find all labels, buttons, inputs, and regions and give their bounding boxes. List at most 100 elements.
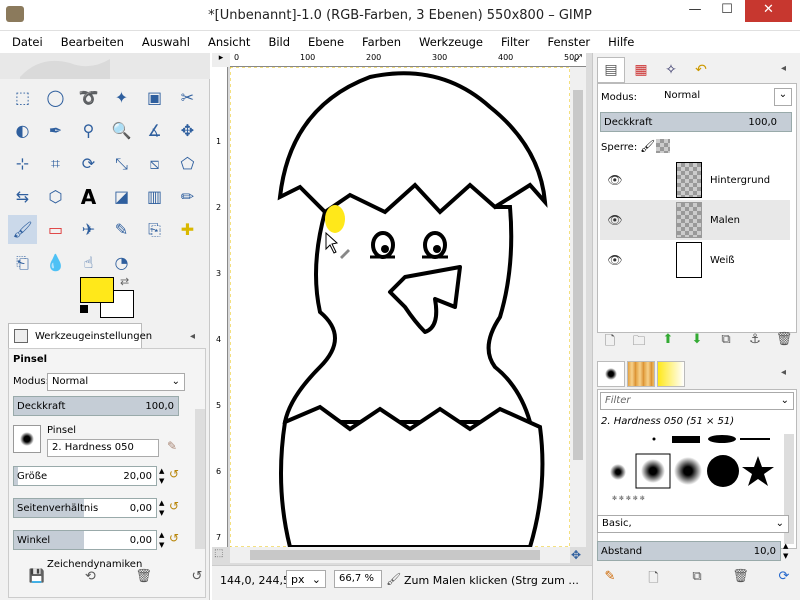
mode-select[interactable]: Normal ⌄ [47,373,185,391]
menu-bearbeiten[interactable]: Bearbeiten [57,35,128,49]
brush-spacing-slider[interactable]: Abstand 10,0 [597,541,781,561]
tab-tool-options[interactable]: Werkzeugeinstellungen [8,323,152,349]
dock-menu-icon[interactable]: ◂ [781,63,786,74]
tab-brushes[interactable] [597,361,625,387]
quickmask-corner-icon[interactable]: ▸ [212,53,230,67]
duplicate-brush-icon[interactable]: ⧉ [684,569,710,589]
foreground-select-tool-icon[interactable]: ◐ [8,116,37,145]
size-spinner[interactable]: ▲ ▼ [159,466,164,486]
layer-row[interactable]: 👁 Weiß [600,240,790,280]
menu-ebene[interactable]: Ebene [304,35,348,49]
menu-datei[interactable]: Datei [8,35,47,49]
menu-auswahl[interactable]: Auswahl [138,35,194,49]
delete-options-icon[interactable]: 🗑 [131,569,157,589]
layer-mode-select[interactable]: Normal [660,88,778,106]
size-slider[interactable]: Größe 20,00 [13,466,157,486]
reset-size-icon[interactable]: ↺ [169,467,179,481]
tab-layers[interactable]: ▤ [597,57,625,83]
tab-channels[interactable]: ▦ [627,57,655,83]
lock-alpha-icon[interactable] [656,139,670,153]
cage-tool-icon[interactable]: ⬡ [41,182,70,211]
save-options-icon[interactable]: 💾 [24,569,50,589]
image-canvas[interactable] [230,67,570,547]
panel-menu-icon[interactable]: ◂ [190,331,195,342]
duplicate-layer-icon[interactable]: ⧉ [713,332,739,352]
brush-preview-button[interactable] [13,425,41,453]
dodge-burn-tool-icon[interactable]: ◔ [107,248,136,277]
color-picker-tool-icon[interactable]: ⚲ [74,116,103,145]
aspect-ratio-slider[interactable]: Seitenverhältnis 0,00 [13,498,157,518]
rotate-tool-icon[interactable]: ⟳ [74,149,103,178]
scissors-tool-icon[interactable]: ✂ [173,83,202,112]
anchor-layer-icon[interactable]: ⚓ [742,332,768,352]
shear-tool-icon[interactable]: ⧅ [140,149,169,178]
fuzzy-select-tool-icon[interactable]: ✦ [107,83,136,112]
clone-tool-icon[interactable]: ⎘ [140,215,169,244]
measure-tool-icon[interactable]: ∡ [140,116,169,145]
opacity-slider[interactable]: Deckkraft 100,0 [13,396,179,416]
foreground-color-swatch[interactable] [80,277,114,303]
blur-tool-icon[interactable]: 💧 [41,248,70,277]
unit-select[interactable]: px ⌄ [286,570,326,588]
blend-tool-icon[interactable]: ▥ [140,182,169,211]
reset-options-icon[interactable]: ↺ [184,569,210,589]
brush-name-field[interactable]: 2. Hardness 050 [47,439,159,457]
angle-spinner[interactable]: ▲ ▼ [159,530,164,550]
new-brush-icon[interactable]: 🗋 [641,569,667,589]
layer-opacity-slider[interactable]: Deckkraft 100,0 [600,112,792,132]
swap-colors-icon[interactable]: ⇄ [120,275,129,288]
new-layer-group-icon[interactable]: 🗀 [626,332,652,352]
zoom-tool-icon[interactable]: 🔍 [107,116,136,145]
angle-slider[interactable]: Winkel 0,00 [13,530,157,550]
rect-select-tool-icon[interactable]: ⬚ [8,83,37,112]
eraser-tool-icon[interactable]: ▭ [41,215,70,244]
brush-preset-select[interactable]: Basic, ⌄ [597,515,789,533]
menu-bild[interactable]: Bild [264,35,294,49]
spacing-spinner[interactable]: ▲ ▼ [783,541,788,561]
tool-options-scrollbar[interactable] [195,409,205,549]
aspect-spinner[interactable]: ▲ ▼ [159,498,164,518]
minimize-button[interactable]: — [680,0,710,22]
perspective-tool-icon[interactable]: ⬠ [173,149,202,178]
ink-tool-icon[interactable]: ✎ [107,215,136,244]
menu-werkzeuge[interactable]: Werkzeuge [415,35,487,49]
menu-fenster[interactable]: Fenster [543,35,594,49]
refresh-brushes-icon[interactable]: ⟳ [771,569,797,589]
ellipse-select-tool-icon[interactable]: ◯ [41,83,70,112]
edit-brush-icon[interactable]: ✎ [167,439,177,453]
new-layer-icon[interactable]: 🗋 [597,332,623,352]
visibility-eye-icon[interactable]: 👁 [600,173,630,187]
menu-farben[interactable]: Farben [358,35,405,49]
lower-layer-icon[interactable]: ⬇ [684,332,710,352]
bucket-fill-tool-icon[interactable]: ◪ [107,182,136,211]
close-button[interactable]: ✕ [745,0,792,22]
maximize-button[interactable]: ☐ [712,0,742,22]
crop-tool-icon[interactable]: ⌗ [41,149,70,178]
tab-gradients[interactable] [657,361,685,387]
horizontal-scroll-thumb[interactable] [250,550,540,560]
layer-row[interactable]: 👁 Malen [600,200,790,240]
tab-paths[interactable]: ✧ [657,57,685,83]
zoom-toggle-icon[interactable]: ⤢ [571,53,585,67]
zoom-select[interactable]: 66,7 % [334,570,382,588]
navigate-icon[interactable]: ✥ [571,548,581,562]
visibility-eye-icon[interactable]: 👁 [600,213,630,227]
tab-undo[interactable]: ↶ [687,57,715,83]
restore-options-icon[interactable]: ⟲ [77,569,103,589]
lock-pixels-icon[interactable]: 🖌 [640,139,655,153]
edit-brush-icon[interactable]: ✎ [597,569,623,589]
visibility-eye-icon[interactable]: 👁 [600,253,630,267]
flip-tool-icon[interactable]: ⇆ [8,182,37,211]
brush-menu-icon[interactable]: ◂ [781,367,786,378]
raise-layer-icon[interactable]: ⬆ [655,332,681,352]
smudge-tool-icon[interactable]: ☝ [74,248,103,277]
menu-filter[interactable]: Filter [497,35,533,49]
align-tool-icon[interactable]: ⊹ [8,149,37,178]
paintbrush-tool-icon[interactable]: 🖌 [8,215,37,244]
lasso-tool-icon[interactable]: ➰ [74,83,103,112]
reset-aspect-icon[interactable]: ↺ [169,499,179,513]
heal-tool-icon[interactable]: ✚ [173,215,202,244]
color-select-tool-icon[interactable]: ▣ [140,83,169,112]
airbrush-tool-icon[interactable]: ✈ [74,215,103,244]
reset-angle-icon[interactable]: ↺ [169,531,179,545]
